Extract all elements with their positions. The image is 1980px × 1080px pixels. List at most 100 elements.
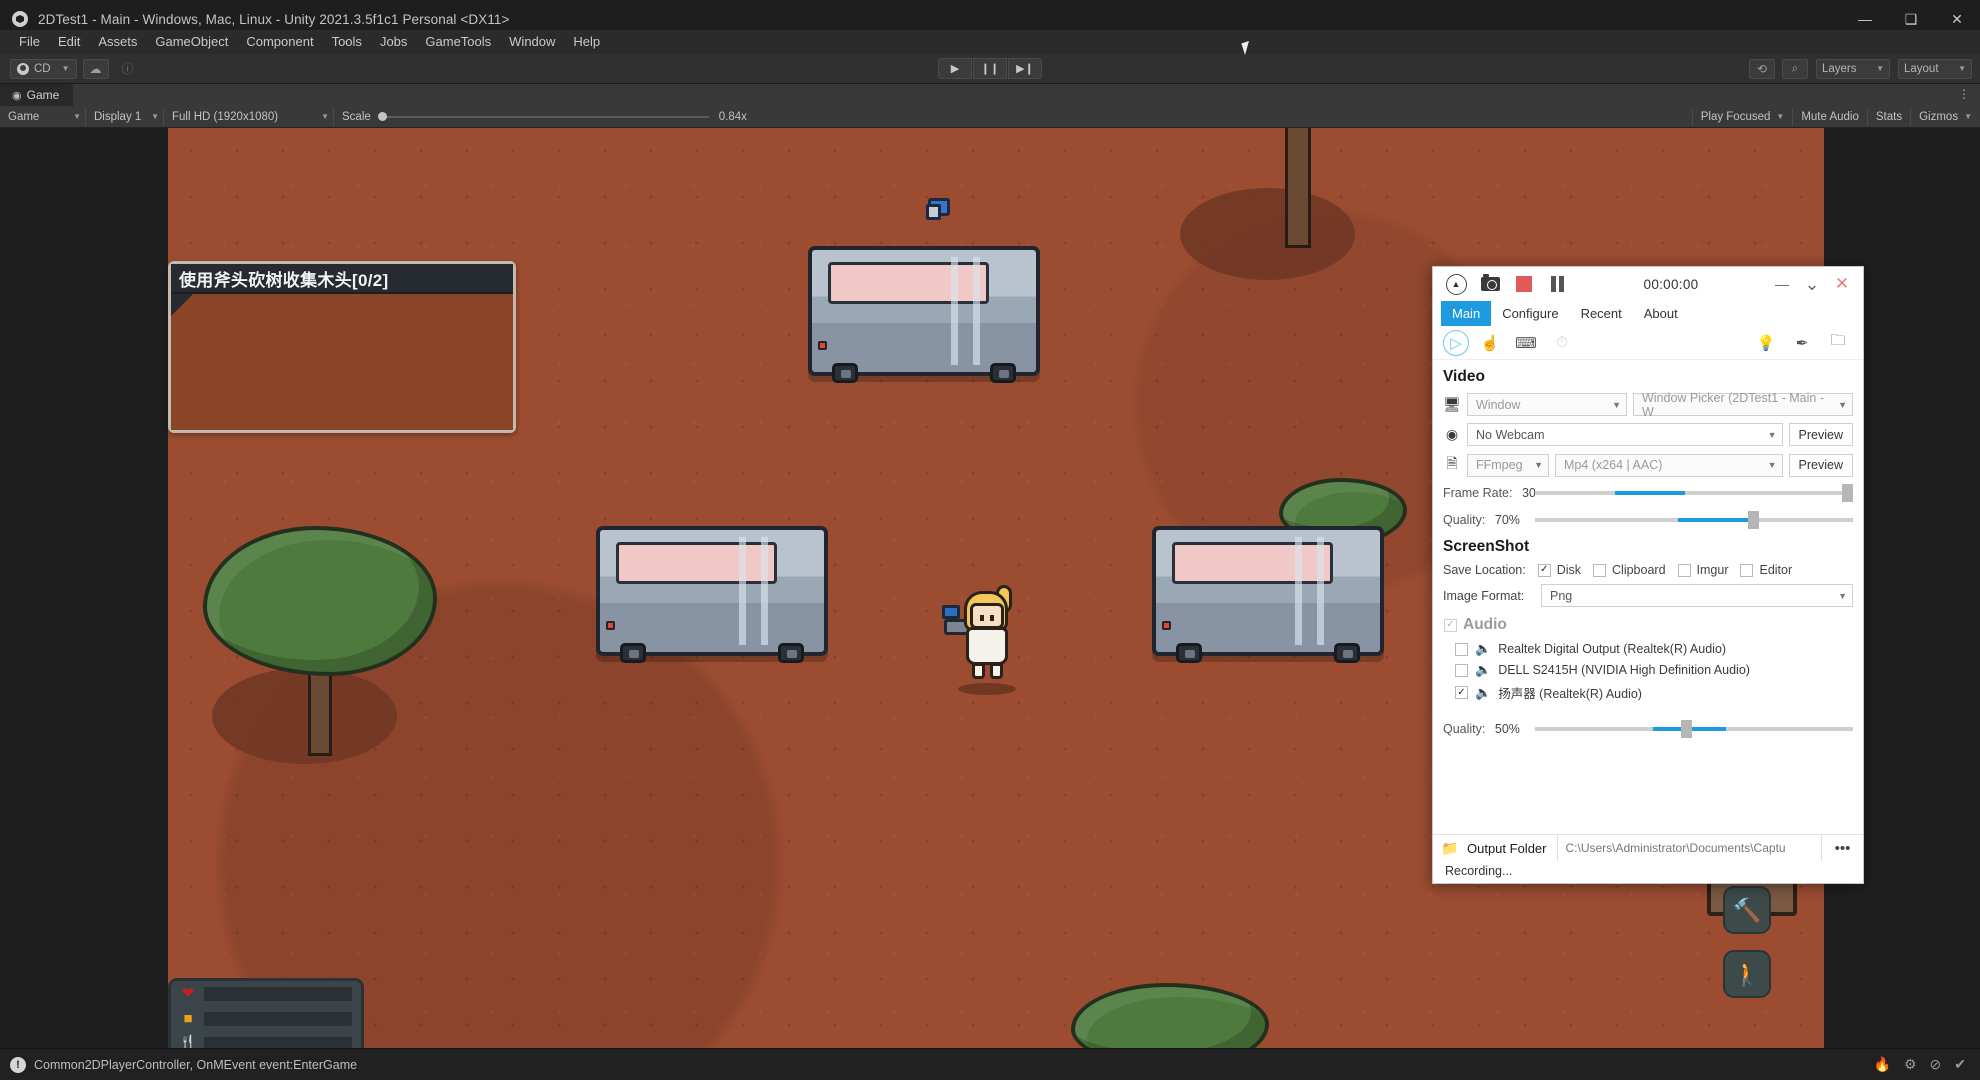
scale-control[interactable]: Scale 0.84x xyxy=(334,111,755,123)
menu-item-assets[interactable]: Assets xyxy=(89,31,146,53)
play-focused-dropdown[interactable]: Play Focused ▼ xyxy=(1691,107,1793,126)
output-more-button[interactable]: ••• xyxy=(1821,835,1863,861)
display-dropdown[interactable]: Display 1 ▼ xyxy=(86,107,164,126)
stats-toggle[interactable]: Stats xyxy=(1866,107,1910,126)
item-pickup[interactable] xyxy=(926,198,950,220)
webcam-dropdown[interactable]: No Webcam ▼ xyxy=(1467,423,1783,446)
audio-enable-checkbox[interactable]: ✓ xyxy=(1444,618,1457,632)
scale-slider[interactable] xyxy=(377,111,709,121)
save-option-disk[interactable]: ✓ Disk xyxy=(1537,563,1581,577)
audio-device-1-label: DELL S2415H (NVIDIA High Definition Audi… xyxy=(1498,663,1750,677)
cursor-mode-icon[interactable]: ☝ xyxy=(1475,330,1505,356)
mute-icon[interactable]: ⊘ xyxy=(1930,1056,1942,1073)
menu-item-help[interactable]: Help xyxy=(564,31,609,53)
output-folder-label[interactable]: Output Folder xyxy=(1467,835,1558,861)
imgur-checkbox[interactable]: ✓ xyxy=(1677,563,1691,577)
video-mode-icon[interactable]: ▷ xyxy=(1443,329,1469,356)
captura-tabs: Main Configure Recent About xyxy=(1433,301,1863,326)
captura-stop-button[interactable] xyxy=(1507,269,1541,299)
statusbar-icons: 🔥 ⚙ ⊘ ✔ xyxy=(1874,1056,1966,1073)
mute-audio-toggle[interactable]: Mute Audio xyxy=(1792,107,1867,126)
panel-options-icon[interactable]: ⋮ xyxy=(1958,87,1970,101)
package-icon[interactable]: ⚙ xyxy=(1904,1056,1917,1073)
gizmos-dropdown[interactable]: Gizmos ▼ xyxy=(1910,107,1980,126)
keystrokes-mode-icon[interactable]: ⌨ xyxy=(1511,330,1541,356)
audio-device-0-checkbox[interactable]: ✓ xyxy=(1455,642,1468,656)
captura-screenshot-button[interactable] xyxy=(1473,269,1507,299)
cloud-button[interactable]: ☁ xyxy=(82,58,109,79)
build-button[interactable]: 🔨 xyxy=(1723,886,1771,934)
video-source-type-dropdown[interactable]: Window ▼ xyxy=(1467,393,1627,416)
save-option-editor[interactable]: ✓ Editor xyxy=(1740,563,1792,577)
save-location-row: Save Location: ✓ Disk ✓ Clipboard ✓ Imgu… xyxy=(1443,563,1853,577)
scale-slider-knob[interactable] xyxy=(377,111,387,121)
menu-item-gametools[interactable]: GameTools xyxy=(416,31,500,53)
pause-button[interactable]: ❙❙ xyxy=(973,58,1007,79)
tab-about[interactable]: About xyxy=(1633,301,1689,326)
menu-item-gameobject[interactable]: GameObject xyxy=(146,31,237,53)
scale-label: Scale xyxy=(342,110,371,123)
game-viewport[interactable]: 使用斧头砍树收集木头[0/2] ❤ ■ 🍴 ☕ xyxy=(0,128,1980,1048)
check-icon[interactable]: ✔ xyxy=(1954,1056,1966,1073)
unity-logo-icon xyxy=(12,11,28,27)
codec-preview-button[interactable]: Preview xyxy=(1788,453,1853,477)
player-character xyxy=(942,583,1022,695)
captura-minimize-button[interactable]: — xyxy=(1767,270,1797,298)
folder-icon[interactable]: 🗀 xyxy=(1823,330,1853,356)
captura-pause-button[interactable] xyxy=(1541,269,1575,299)
menu-item-file[interactable]: File xyxy=(10,31,49,53)
framerate-slider[interactable] xyxy=(1535,484,1853,502)
step-button[interactable]: ▶❙ xyxy=(1008,58,1042,79)
character-button[interactable]: 🚶 xyxy=(1723,950,1771,998)
account-dropdown[interactable]: CD ▼ xyxy=(10,58,77,79)
search-icon[interactable]: ⌕ xyxy=(1782,58,1808,79)
bulb-icon[interactable]: 💡 xyxy=(1751,330,1781,356)
quest-body xyxy=(171,294,513,430)
audio-quality-label-text: Quality: xyxy=(1443,722,1486,736)
audio-device-row[interactable]: ✓ 🔈 DELL S2415H (NVIDIA High Definition … xyxy=(1443,662,1853,678)
statusbar-message[interactable]: Common2DPlayerController, OnMEvent event… xyxy=(34,1058,357,1072)
disk-checkbox[interactable]: ✓ xyxy=(1537,563,1551,577)
menu-item-tools[interactable]: Tools xyxy=(323,31,371,53)
audio-device-2-checkbox[interactable]: ✓ xyxy=(1455,686,1468,699)
tab-main[interactable]: Main xyxy=(1441,301,1492,326)
tab-configure[interactable]: Configure xyxy=(1491,301,1569,326)
clock-mode-icon[interactable]: ⏱ xyxy=(1547,330,1577,356)
tab-recent[interactable]: Recent xyxy=(1570,301,1633,326)
video-source-target-dropdown[interactable]: Window Picker (2DTest1 - Main - W ▼ xyxy=(1633,391,1853,419)
audio-quality-slider[interactable] xyxy=(1535,720,1853,738)
clipboard-checkbox[interactable]: ✓ xyxy=(1593,563,1607,577)
pen-icon[interactable]: ✒ xyxy=(1787,330,1817,356)
person-icon: 🚶 xyxy=(1732,960,1762,987)
undo-history-button[interactable]: ⟲ xyxy=(1749,58,1775,79)
audio-device-row[interactable]: ✓ 🔈 扬声器 (Realtek(R) Audio) xyxy=(1443,683,1853,702)
captura-close-button[interactable]: ✕ xyxy=(1827,270,1857,298)
audio-section-header[interactable]: ✓ Audio xyxy=(1444,616,1853,634)
captura-collapse-button[interactable]: ⌄ xyxy=(1797,270,1827,298)
captura-window[interactable]: ▲ 00:00:00 — ⌄ ✕ Main Configure Recent A… xyxy=(1432,266,1864,884)
image-format-dropdown[interactable]: Png ▼ xyxy=(1541,584,1853,607)
resolution-dropdown[interactable]: Full HD (1920x1080) ▼ xyxy=(164,107,334,126)
menu-item-window[interactable]: Window xyxy=(500,31,564,53)
layers-dropdown[interactable]: Layers ▼ xyxy=(1816,58,1890,79)
play-button[interactable]: ▶ xyxy=(938,58,972,79)
services-button[interactable]: ⓘ xyxy=(115,59,141,79)
audio-device-1-checkbox[interactable]: ✓ xyxy=(1455,663,1468,677)
game-viewmode-dropdown[interactable]: Game ▼ xyxy=(0,107,86,126)
layout-dropdown[interactable]: Layout ▼ xyxy=(1898,58,1972,79)
audio-device-row[interactable]: ✓ 🔈 Realtek Digital Output (Realtek(R) A… xyxy=(1443,641,1853,657)
webcam-icon: ◉ xyxy=(1445,426,1459,442)
captura-collapse-toggle[interactable]: ▲ xyxy=(1439,269,1473,299)
tab-game[interactable]: ◉ Game xyxy=(0,84,74,106)
video-quality-slider[interactable] xyxy=(1535,511,1853,529)
menu-item-component[interactable]: Component xyxy=(237,31,322,53)
save-option-clipboard[interactable]: ✓ Clipboard xyxy=(1593,563,1666,577)
menu-item-edit[interactable]: Edit xyxy=(49,31,89,53)
menu-item-jobs[interactable]: Jobs xyxy=(371,31,416,53)
bug-icon[interactable]: 🔥 xyxy=(1874,1056,1891,1073)
save-option-imgur[interactable]: ✓ Imgur xyxy=(1677,563,1728,577)
writer-dropdown[interactable]: FFmpeg ▼ xyxy=(1467,453,1549,477)
codec-dropdown[interactable]: Mp4 (x264 | AAC) ▼ xyxy=(1555,453,1783,477)
editor-checkbox[interactable]: ✓ xyxy=(1740,563,1754,577)
webcam-preview-button[interactable]: Preview xyxy=(1788,423,1853,446)
